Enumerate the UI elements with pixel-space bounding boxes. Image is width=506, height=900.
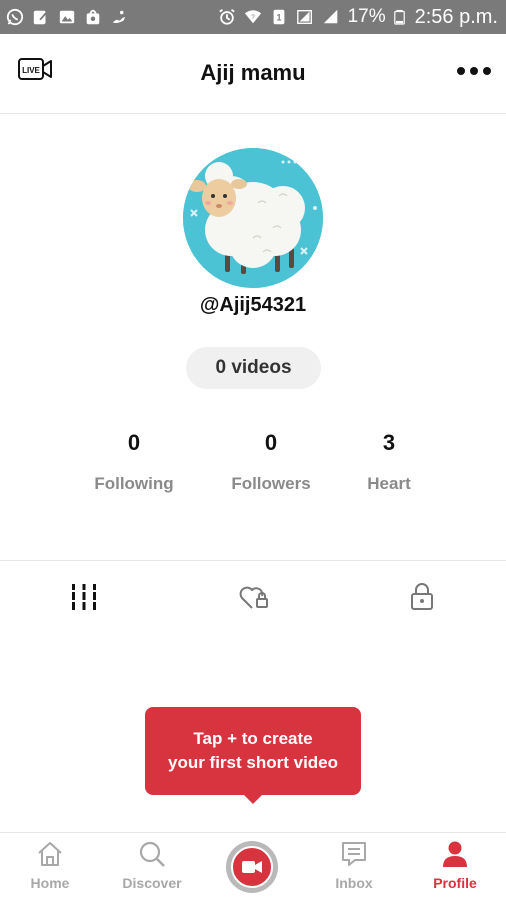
private-lock-icon bbox=[411, 583, 433, 610]
tooltip-line-2: your first short video bbox=[167, 753, 339, 772]
tab-liked[interactable] bbox=[234, 577, 274, 617]
stat-following[interactable]: 0 Following bbox=[69, 430, 199, 494]
clock: 2:56 p.m. bbox=[414, 5, 498, 28]
heart-count: 3 bbox=[382, 430, 396, 455]
data-icon: 1 bbox=[273, 9, 284, 25]
home-icon bbox=[38, 842, 62, 866]
store-icon bbox=[86, 9, 100, 25]
heart-label: Heart bbox=[367, 474, 411, 493]
record-button[interactable] bbox=[226, 841, 278, 893]
record-inner bbox=[231, 846, 273, 888]
nav-inbox[interactable]: Inbox bbox=[314, 839, 394, 891]
tab-private[interactable] bbox=[402, 577, 442, 617]
alarm-icon bbox=[218, 9, 235, 25]
create-video-tooltip[interactable]: Tap + to create your first short video bbox=[145, 707, 361, 804]
nav-discover-label: Discover bbox=[122, 875, 182, 891]
nav-profile[interactable]: Profile bbox=[415, 839, 495, 891]
notification-icons bbox=[6, 8, 128, 26]
person-icon bbox=[443, 841, 467, 867]
signal-icon bbox=[323, 9, 337, 24]
avatar[interactable] bbox=[183, 148, 323, 288]
whatsapp-icon bbox=[6, 8, 24, 26]
search-icon bbox=[139, 841, 165, 867]
signal-icon bbox=[296, 10, 312, 24]
nav-discover[interactable]: Discover bbox=[112, 839, 192, 891]
page-title: Ajij mamu bbox=[200, 60, 306, 85]
nav-home[interactable]: Home bbox=[10, 839, 90, 891]
inbox-icon bbox=[342, 842, 366, 866]
svg-text:?: ? bbox=[251, 14, 255, 21]
content-tabs bbox=[0, 560, 506, 626]
system-icons: ? 1 17% 2:56 p.m. bbox=[218, 6, 498, 29]
nav-home-label: Home bbox=[30, 875, 70, 891]
wifi-icon: ? bbox=[244, 10, 261, 24]
edit-icon bbox=[33, 10, 48, 25]
nav-profile-label: Profile bbox=[433, 875, 477, 891]
followers-count: 0 bbox=[264, 430, 278, 455]
bottom-nav: Home Discover Inbox Profile bbox=[0, 832, 506, 900]
stat-followers[interactable]: 0 Followers bbox=[206, 430, 336, 494]
image-icon bbox=[59, 10, 75, 24]
followers-label: Followers bbox=[231, 474, 311, 493]
more-icon[interactable] bbox=[456, 66, 492, 76]
videos-count-pill: 0 videos bbox=[186, 347, 321, 389]
svg-text:1: 1 bbox=[276, 13, 281, 23]
username: @Ajij54321 bbox=[199, 294, 307, 316]
sheep-avatar bbox=[183, 148, 323, 288]
stat-heart[interactable]: 3 Heart bbox=[324, 430, 454, 494]
following-label: Following bbox=[94, 474, 174, 493]
liked-heart-lock-icon bbox=[239, 586, 268, 609]
hand-icon bbox=[112, 10, 126, 23]
profile-header: LIVE Ajij mamu bbox=[0, 34, 506, 114]
tooltip-line-1: Tap + to create bbox=[193, 729, 313, 748]
tab-videos[interactable] bbox=[64, 577, 104, 617]
videos-grid-icon bbox=[72, 584, 96, 610]
status-bar: ? 1 17% 2:56 p.m. bbox=[0, 0, 506, 34]
videos-count-label: 0 videos bbox=[215, 357, 292, 378]
nav-inbox-label: Inbox bbox=[335, 875, 373, 891]
record-camera-icon bbox=[242, 861, 262, 873]
battery-icon bbox=[393, 9, 405, 25]
following-count: 0 bbox=[127, 430, 141, 455]
battery-percent: 17% bbox=[347, 6, 386, 27]
